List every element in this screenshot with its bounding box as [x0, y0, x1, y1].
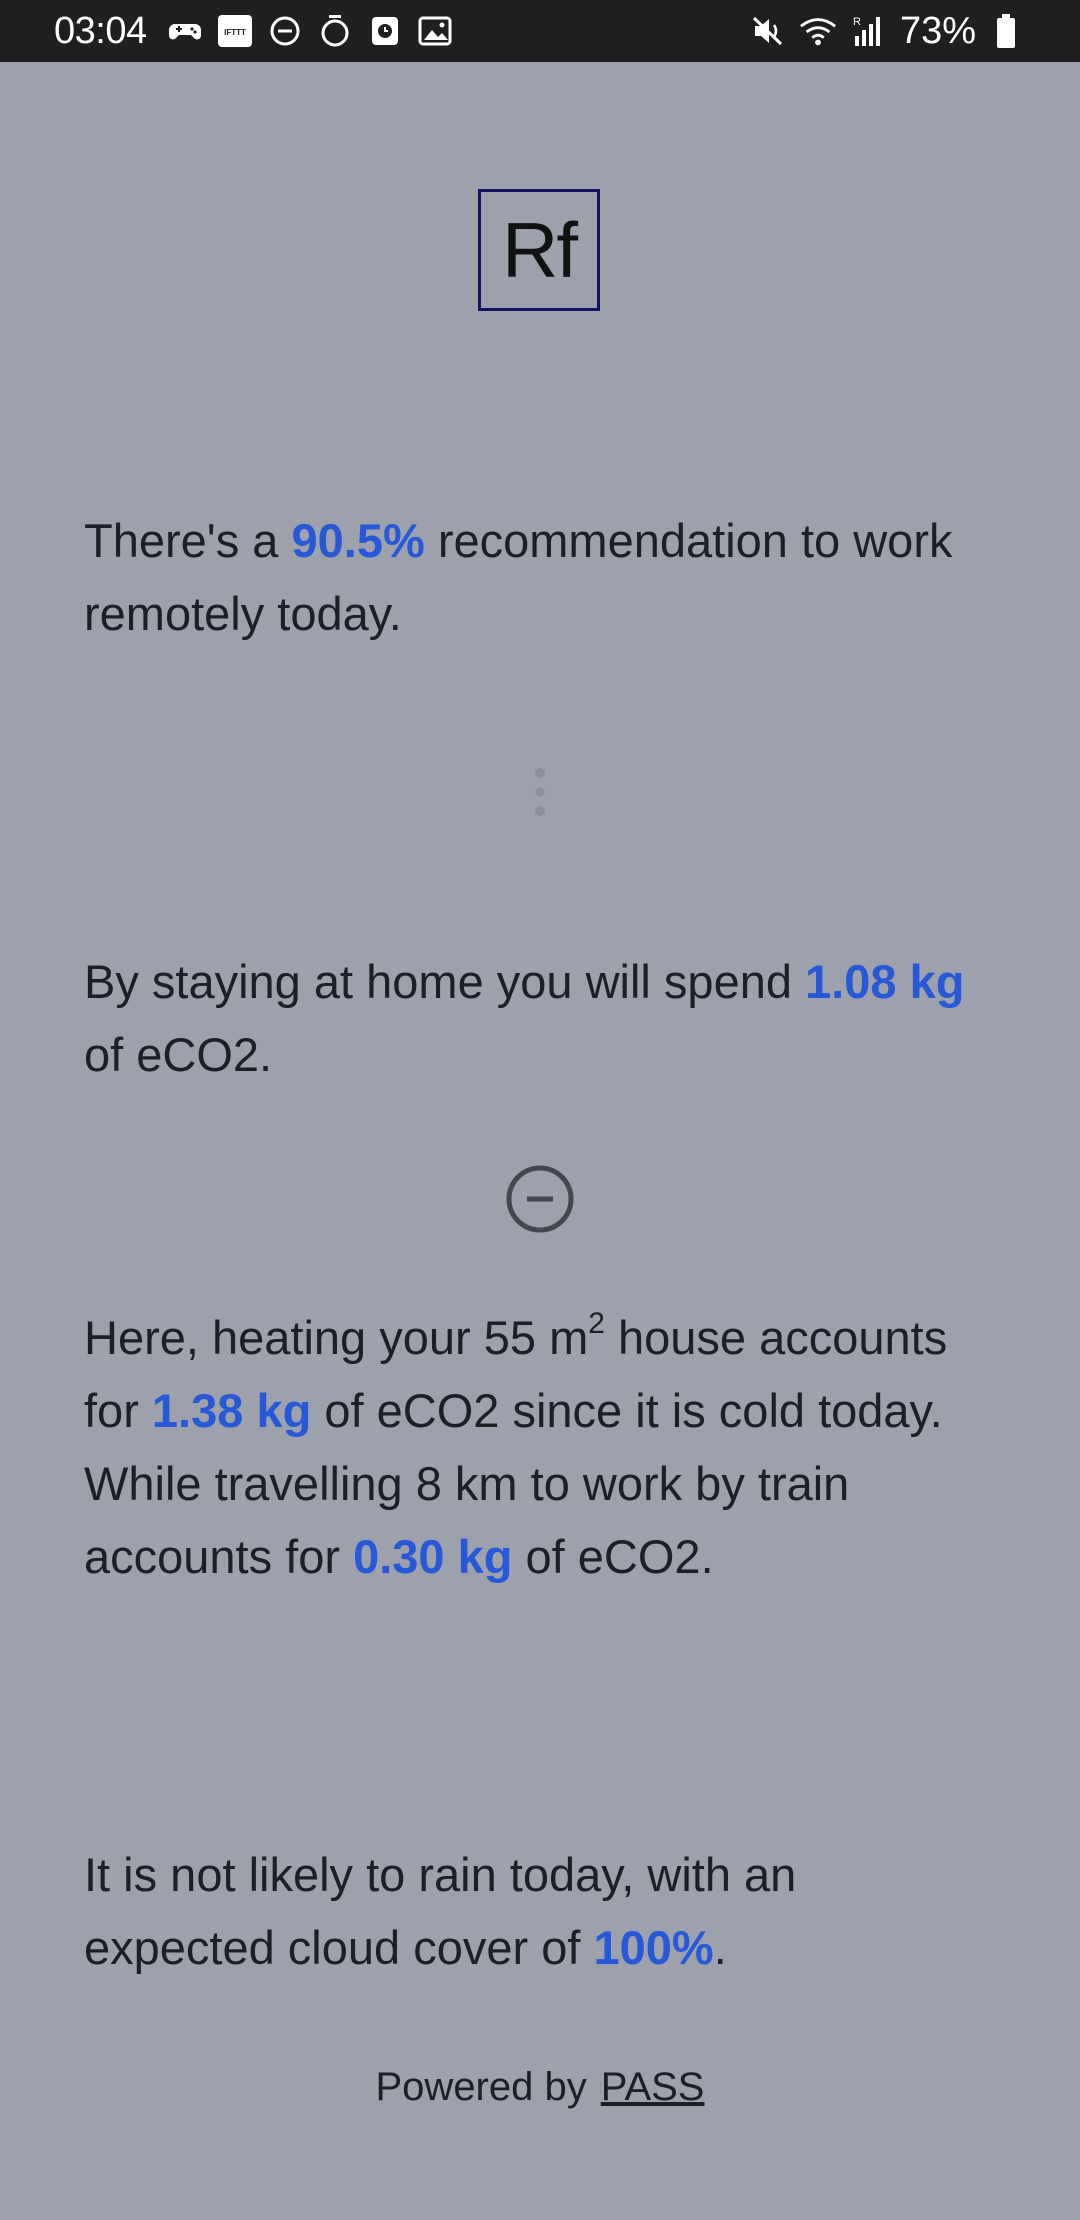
status-time: 03:04 — [54, 9, 147, 52]
heating-amount: 1.38 kg — [151, 1384, 312, 1437]
footer: Powered by PASS — [0, 2065, 1080, 2110]
signal-icon: R — [848, 11, 888, 51]
more-options-icon[interactable] — [533, 768, 547, 816]
home-spend-text: By staying at home you will spend 1.08 k… — [84, 955, 965, 1081]
do-not-disturb-icon — [267, 13, 303, 49]
train-amount: 0.30 kg — [353, 1530, 513, 1583]
game-controller-icon — [167, 13, 203, 49]
recommendation-text: There's a 90.5% recommendation to work r… — [84, 514, 953, 640]
battery-icon — [986, 11, 1026, 51]
status-left-icons: IFTTT — [167, 13, 453, 49]
ifttt-icon: IFTTT — [217, 13, 253, 49]
mute-icon — [748, 11, 788, 51]
status-bar: 03:04 IFTTT R 73% — [0, 0, 1080, 62]
battery-percent: 73% — [899, 9, 976, 52]
details-text: Here, heating your 55 m2 house accounts … — [84, 1307, 948, 1583]
app-logo: Rf — [478, 189, 600, 311]
timer-icon — [317, 13, 353, 49]
svg-text:IFTTT: IFTTT — [224, 28, 246, 37]
svg-text:R: R — [853, 16, 861, 28]
status-right-icons: R 73% — [748, 10, 1026, 53]
recommendation-percent: 90.5% — [291, 514, 425, 567]
home-spend-amount: 1.08 kg — [805, 955, 965, 1008]
collapse-details-icon[interactable] — [505, 1164, 575, 1234]
clock-app-icon — [367, 13, 403, 49]
gallery-icon — [417, 13, 453, 49]
powered-by-label: Powered by — [375, 2065, 587, 2109]
wifi-icon — [798, 11, 838, 51]
cloud-cover-value: 100% — [593, 1921, 714, 1974]
weather-text: It is not likely to rain today, with an … — [84, 1848, 797, 1974]
pass-link[interactable]: PASS — [601, 2065, 705, 2109]
